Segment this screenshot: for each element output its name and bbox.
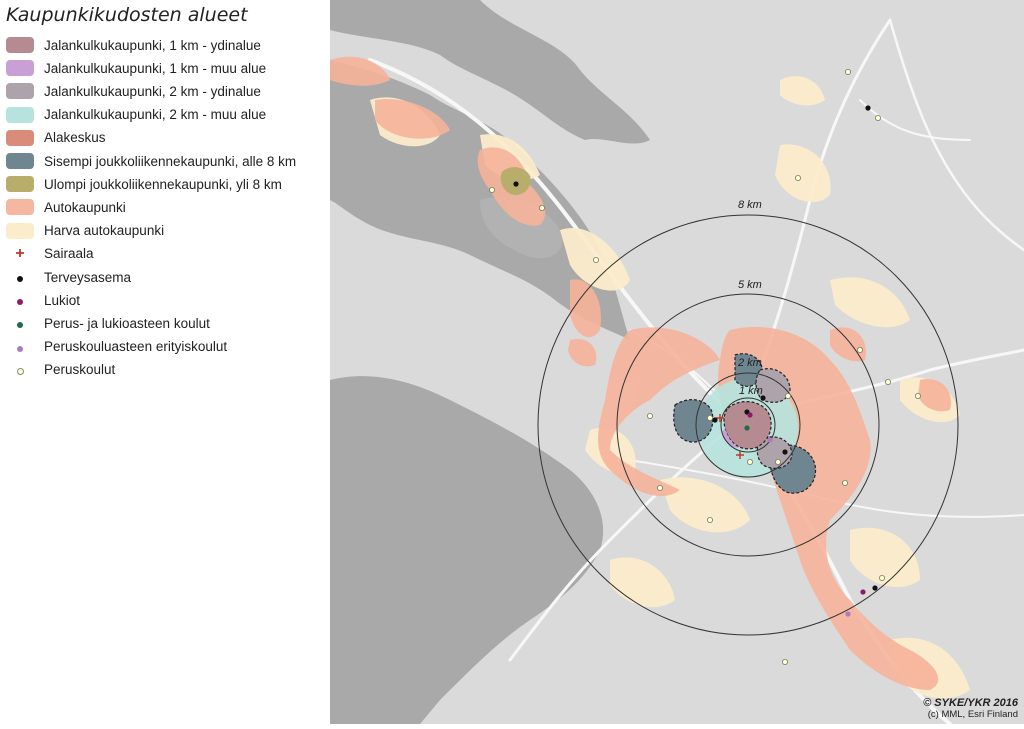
legend-item: Perus- ja lukioasteen koulut xyxy=(6,312,210,334)
legend-swatch xyxy=(6,222,34,239)
basic-school-dot-icon[interactable] xyxy=(746,458,753,465)
ring-label-1km: 1 km xyxy=(739,385,763,397)
legend-item: Jalankulkukaupunki, 2 km - ydinalue xyxy=(6,80,261,102)
health-station-dot-icon[interactable] xyxy=(782,449,788,455)
legend-title: Kaupunkikudosten alueet xyxy=(6,4,248,26)
legend-item-label: Harva autokaupunki xyxy=(44,223,165,239)
basic-school-dot-icon[interactable] xyxy=(656,484,663,491)
legend-item-label: Jalankulkukaupunki, 2 km - muu alue xyxy=(44,107,267,123)
legend-item-label: Sairaala xyxy=(44,246,94,262)
basic-school-dot-icon[interactable] xyxy=(781,659,788,666)
copyright-line-2: (c) MML, Esri Finland xyxy=(927,709,1018,720)
legend-item-label: Autokaupunki xyxy=(44,199,126,215)
health-station-dot-icon xyxy=(6,269,34,285)
legend-swatch xyxy=(6,106,34,123)
legend-item: Sisempi joukkoliikennekaupunki, alle 8 k… xyxy=(6,150,296,172)
ring-label-8km: 8 km xyxy=(738,199,762,211)
special-school-dot-icon xyxy=(6,339,34,355)
legend-item-label: Peruskouluasteen erityiskoulut xyxy=(44,339,228,355)
basic-school-dot-icon[interactable] xyxy=(774,458,781,465)
health-station-dot-icon[interactable] xyxy=(865,105,871,111)
upper-secondary-dot-icon[interactable] xyxy=(860,589,866,595)
legend-swatch xyxy=(6,176,34,193)
basic-school-dot-icon[interactable] xyxy=(592,256,599,263)
ring-label-2km: 2 km xyxy=(737,357,762,369)
comprehensive-school-markers xyxy=(744,425,750,431)
basic-school-dot-icon[interactable] xyxy=(794,174,801,181)
map-panel[interactable]: 8 km 5 km 2 km 1 km © SYKE/YKR 2016 (c) … xyxy=(330,0,1024,726)
comprehensive-school-dot-icon xyxy=(6,315,34,331)
legend-swatch xyxy=(6,83,34,100)
basic-school-dot-icon[interactable] xyxy=(784,392,791,399)
legend-item: Peruskoulut xyxy=(6,359,115,381)
map-svg[interactable]: 8 km 5 km 2 km 1 km xyxy=(330,0,1024,726)
legend-swatch xyxy=(6,60,34,77)
copyright-block: © SYKE/YKR 2016 (c) MML, Esri Finland xyxy=(923,697,1018,720)
basic-school-dot-icon[interactable] xyxy=(915,392,922,399)
legend-item: Jalankulkukaupunki, 1 km - ydinalue xyxy=(6,34,261,56)
legend-item-label: Jalankulkukaupunki, 1 km - muu alue xyxy=(44,60,267,76)
legend-swatch xyxy=(6,129,34,146)
legend-swatch xyxy=(6,153,34,169)
basic-school-dot-icon xyxy=(6,362,34,378)
legend-item-label: Alakeskus xyxy=(44,130,106,146)
legend-item-label: Lukiot xyxy=(44,292,81,308)
basic-school-dot-icon[interactable] xyxy=(538,204,545,211)
health-station-dot-icon[interactable] xyxy=(712,417,718,423)
legend-item-label: Ulompi joukkoliikennekaupunki, yli 8 km xyxy=(44,176,282,192)
legend-panel: Kaupunkikudosten alueet Jalankulkukaupun… xyxy=(0,0,330,724)
comprehensive-school-dot-icon[interactable] xyxy=(744,425,750,431)
legend-item: Lukiot xyxy=(6,289,80,311)
legend-item-label: Jalankulkukaupunki, 1 km - ydinalue xyxy=(44,37,261,53)
legend-item: Sairaala xyxy=(6,243,94,265)
basic-school-dot-icon[interactable] xyxy=(646,412,653,419)
health-station-dot-icon[interactable] xyxy=(872,585,878,591)
upper-secondary-dot-icon xyxy=(6,292,34,308)
hospital-cross-icon xyxy=(6,246,34,262)
basic-school-dot-icon[interactable] xyxy=(879,575,886,582)
legend-item-label: Perus- ja lukioasteen koulut xyxy=(44,315,210,331)
upper-secondary-dot-icon[interactable] xyxy=(747,412,753,418)
basic-school-dot-icon[interactable] xyxy=(706,414,713,421)
ring-label-5km: 5 km xyxy=(738,279,762,291)
legend-item: Harva autokaupunki xyxy=(6,220,164,242)
health-station-dot-icon[interactable] xyxy=(513,181,519,187)
health-station-dot-icon[interactable] xyxy=(760,395,766,401)
special-school-dot-icon[interactable] xyxy=(845,611,851,617)
legend-item: Autokaupunki xyxy=(6,196,126,218)
legend-item-label: Jalankulkukaupunki, 2 km - ydinalue xyxy=(44,83,261,99)
legend-item: Jalankulkukaupunki, 2 km - muu alue xyxy=(6,104,266,126)
legend-item: Terveysasema xyxy=(6,266,131,288)
legend-swatch xyxy=(6,37,34,53)
basic-school-dot-icon[interactable] xyxy=(885,378,892,385)
legend-swatch xyxy=(6,199,34,216)
legend-item: Ulompi joukkoliikennekaupunki, yli 8 km xyxy=(6,173,282,195)
copyright-line-1: © SYKE/YKR 2016 xyxy=(923,697,1018,709)
basic-school-dot-icon[interactable] xyxy=(706,517,713,524)
legend-item: Jalankulkukaupunki, 1 km - muu alue xyxy=(6,57,266,79)
basic-school-dot-icon[interactable] xyxy=(875,115,882,122)
legend-item: Peruskouluasteen erityiskoulut xyxy=(6,336,227,358)
legend-item-label: Terveysasema xyxy=(44,269,132,285)
special-school-dot-icon[interactable] xyxy=(767,437,773,443)
basic-school-dot-icon[interactable] xyxy=(857,346,864,353)
legend-item: Alakeskus xyxy=(6,127,106,149)
legend-item-label: Sisempi joukkoliikennekaupunki, alle 8 k… xyxy=(44,153,297,169)
basic-school-dot-icon[interactable] xyxy=(845,69,852,76)
basic-school-dot-icon[interactable] xyxy=(488,186,495,193)
basic-school-dot-icon[interactable] xyxy=(842,479,849,486)
legend-item-label: Peruskoulut xyxy=(44,362,116,378)
